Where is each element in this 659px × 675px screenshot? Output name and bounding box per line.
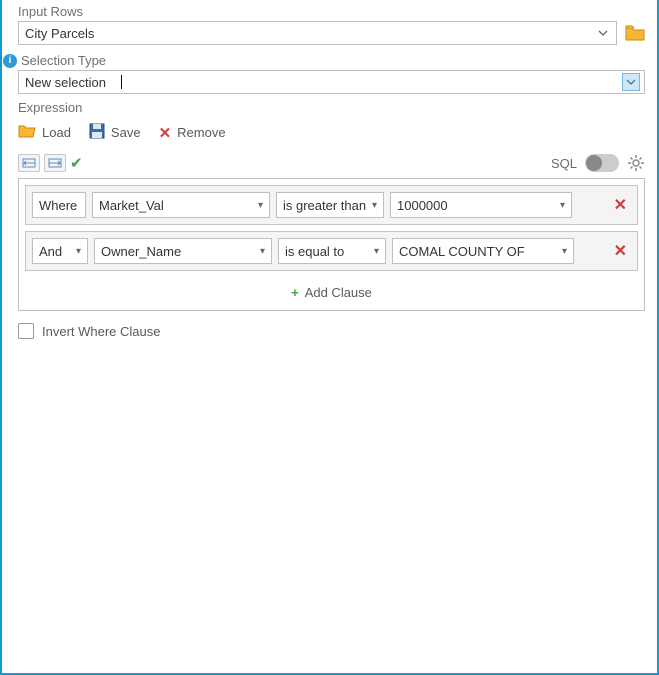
- save-button[interactable]: Save: [89, 123, 141, 142]
- clause-operator-dropdown[interactable]: is greater than ▾: [276, 192, 384, 218]
- selection-type-combo[interactable]: New selection: [18, 70, 645, 94]
- delete-clause-button[interactable]: ✕: [610, 241, 631, 261]
- chevron-down-icon: ▾: [560, 246, 569, 257]
- chevron-down-icon: ▾: [258, 246, 267, 257]
- chevron-down-icon: ▾: [370, 200, 379, 211]
- gear-icon[interactable]: [627, 154, 645, 172]
- expression-view-button-1[interactable]: [18, 154, 40, 172]
- clause-field-dropdown[interactable]: Market_Val ▾: [92, 192, 270, 218]
- input-rows-label: Input Rows: [18, 4, 645, 19]
- clause-operator-text: is equal to: [285, 244, 372, 259]
- remove-label: Remove: [177, 125, 225, 140]
- where-text: Where: [39, 198, 81, 213]
- chevron-down-icon: [622, 73, 640, 91]
- add-clause-button[interactable]: + Add Clause: [25, 277, 638, 304]
- expression-label-text: Expression: [18, 100, 82, 115]
- chevron-down-icon: ▾: [256, 200, 265, 211]
- invert-where-checkbox[interactable]: [18, 323, 34, 339]
- clause-value-dropdown[interactable]: COMAL COUNTY OF ▾: [392, 238, 574, 264]
- save-disk-icon: [89, 123, 105, 142]
- clause-field-dropdown[interactable]: Owner_Name ▾: [94, 238, 272, 264]
- delete-clause-button[interactable]: ✕: [610, 195, 631, 215]
- clause-value-dropdown[interactable]: 1000000 ▾: [390, 192, 572, 218]
- chevron-down-icon: ▾: [558, 200, 567, 211]
- clause-value-text: COMAL COUNTY OF: [399, 244, 560, 259]
- clause-row: And ▾ Owner_Name ▾ is equal to ▾ COMAL C…: [25, 231, 638, 271]
- chevron-down-icon: ▾: [74, 246, 83, 257]
- where-label-box: Where: [32, 192, 86, 218]
- remove-button[interactable]: ✕ Remove: [159, 124, 226, 142]
- chevron-down-icon: [594, 24, 612, 42]
- load-button[interactable]: Load: [18, 124, 71, 141]
- sql-toggle[interactable]: [585, 154, 619, 172]
- expression-label: Expression: [18, 100, 645, 115]
- browse-folder-button[interactable]: [625, 25, 645, 41]
- clause-operator-text: is greater than: [283, 198, 370, 213]
- conjunction-dropdown[interactable]: And ▾: [32, 238, 88, 264]
- save-label: Save: [111, 125, 141, 140]
- clause-field-text: Market_Val: [99, 198, 256, 213]
- add-clause-label: Add Clause: [305, 285, 372, 300]
- selection-type-label-text: Selection Type: [21, 53, 106, 68]
- input-rows-combo[interactable]: City Parcels: [18, 21, 617, 45]
- expression-view-button-2[interactable]: [44, 154, 66, 172]
- expression-builder: Where Market_Val ▾ is greater than ▾ 100…: [18, 178, 645, 311]
- input-rows-label-text: Input Rows: [18, 4, 83, 19]
- clause-row: Where Market_Val ▾ is greater than ▾ 100…: [25, 185, 638, 225]
- selection-type-value: New selection: [25, 75, 622, 90]
- clause-operator-dropdown[interactable]: is equal to ▾: [278, 238, 386, 264]
- conjunction-text: And: [39, 244, 74, 259]
- invert-where-label: Invert Where Clause: [42, 324, 161, 339]
- info-icon: i: [3, 54, 17, 68]
- validate-check-icon[interactable]: ✔: [70, 154, 83, 172]
- folder-open-icon: [18, 124, 36, 141]
- chevron-down-icon: ▾: [372, 246, 381, 257]
- clause-field-text: Owner_Name: [101, 244, 258, 259]
- input-rows-value: City Parcels: [25, 26, 594, 41]
- plus-icon: +: [291, 285, 299, 300]
- load-label: Load: [42, 125, 71, 140]
- selection-type-label: i Selection Type: [18, 53, 645, 68]
- remove-x-icon: ✕: [159, 124, 172, 142]
- sql-label: SQL: [551, 156, 577, 171]
- clause-value-text: 1000000: [397, 198, 558, 213]
